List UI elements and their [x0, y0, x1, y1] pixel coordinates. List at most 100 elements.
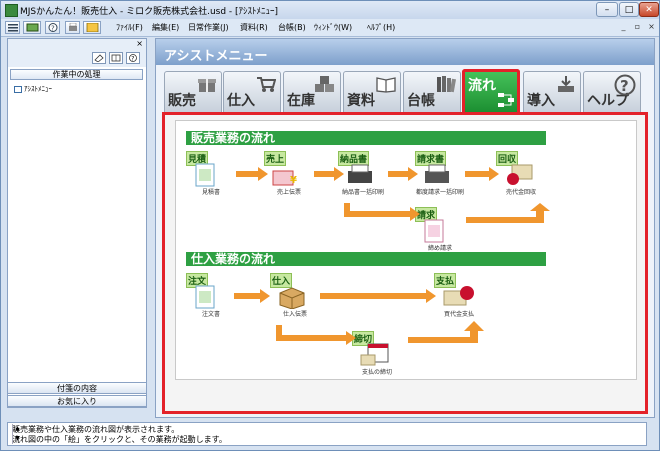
money-icon [443, 286, 474, 306]
menu-ledger[interactable]: 台帳(B) [278, 22, 306, 33]
tab-sales[interactable]: 販売 [164, 71, 222, 112]
tab-label: 導入 [527, 93, 555, 109]
menu-file[interactable]: ﾌｧｲﾙ(F) [116, 22, 143, 33]
node-caption: 納品書一括印刷 [341, 189, 384, 196]
flow-diagram: 販売業務の流れ 見積 見積書 売上 ¥ 売上伝票 納品書 納品書一括印刷 請求書… [175, 120, 637, 380]
bookmark-button[interactable] [109, 52, 123, 64]
toolbar-print-button[interactable] [65, 21, 80, 34]
tab-ledger[interactable]: 台帳 [403, 71, 461, 112]
menu-help[interactable]: ﾍﾙﾌﾟ(H) [367, 22, 395, 33]
calendar-icon [360, 343, 389, 366]
menu-daily-work[interactable]: 日常作業(J) [188, 22, 229, 33]
sales-flow-title: 販売業務の流れ [186, 131, 546, 145]
document-icon [195, 285, 215, 309]
sales-slip-icon: ¥ [272, 170, 297, 186]
mdi-restore-button[interactable]: ▫ [632, 22, 643, 32]
node-caption: 買代金支払 [443, 311, 474, 318]
pane-help-button[interactable]: ? [126, 52, 140, 64]
help-icon: ? [614, 74, 636, 96]
left-pane: × ? 作業中の処理 ｱｼｽﾄﾒﾆｭｰ [7, 38, 147, 408]
sticky-note-contents-button[interactable]: 付箋の内容 [7, 382, 147, 394]
mdi-close-button[interactable]: × [646, 22, 657, 32]
description-scrollbar[interactable]: ▲ ▼ [12, 424, 22, 444]
tab-label: 流れ [468, 78, 496, 94]
assist-menu-title: アシストメニュー [164, 49, 268, 64]
question-icon: ? [48, 23, 58, 32]
menu-materials[interactable]: 資料(R) [240, 22, 268, 33]
node-caption: 見積書 [201, 189, 220, 196]
ledger-books-icon [437, 76, 456, 93]
install-icon [558, 76, 574, 92]
tab-label: 台帳 [407, 93, 435, 109]
document-icon [195, 163, 215, 187]
boxes-icon [315, 76, 334, 92]
money-icon [507, 164, 533, 185]
left-pane-toolbar: × ? [8, 39, 146, 67]
toolbar-calc-button[interactable] [83, 21, 101, 34]
svg-text:?: ? [620, 77, 629, 95]
svg-text:?: ? [51, 25, 55, 33]
node-caption: 都度請求一括印刷 [415, 189, 464, 196]
home-icon [26, 23, 39, 32]
svg-text:¥: ¥ [290, 175, 297, 186]
tab-label: 販売 [168, 93, 196, 109]
calculator-icon [86, 23, 99, 32]
tab-inventory[interactable]: 在庫 [283, 71, 341, 112]
tab-flow[interactable]: 流れ [462, 69, 520, 112]
window-icon [14, 85, 22, 93]
mdi-minimize-button[interactable]: _ [618, 22, 629, 32]
in-progress-item-label: ｱｼｽﾄﾒﾆｭｰ [24, 85, 52, 93]
title-bar: MJSかんたん！販売仕入 - ミロク販売株式会社.usd - [ｱｼｽﾄﾒﾆｭｰ… [1, 1, 659, 20]
gift-icon [198, 79, 216, 92]
toolbar-home-button[interactable] [23, 21, 41, 34]
flow-arrow [234, 289, 270, 303]
in-progress-header: 作業中の処理 [10, 69, 143, 80]
flow-icon [498, 93, 514, 107]
left-pane-close-icon[interactable]: × [136, 39, 143, 48]
flow-arrow [320, 289, 436, 303]
flow-content-frame: 販売業務の流れ 見積 見積書 売上 ¥ 売上伝票 納品書 納品書一括印刷 請求書… [162, 112, 648, 414]
flow-arrow [466, 203, 550, 223]
toolbar-help-button[interactable]: ? [45, 21, 60, 34]
assist-menu-panel: アシストメニュー 販売 仕入 在庫 資料 台帳 流れ 導入 ヘルプ ? 販売業務… [155, 38, 655, 418]
flow-arrow [388, 167, 418, 181]
sticky-note-button[interactable] [92, 52, 106, 64]
cart-icon [257, 77, 276, 92]
purchase-flow-title: 仕入業務の流れ [186, 252, 546, 266]
list-icon [8, 24, 18, 32]
maximize-button[interactable]: □ [619, 2, 639, 17]
menu-window[interactable]: ｳｨﾝﾄﾞｳ(W) [314, 22, 352, 33]
tab-setup[interactable]: 導入 [523, 71, 581, 112]
close-button[interactable]: ✕ [639, 2, 659, 17]
in-progress-item-assist-menu[interactable]: ｱｼｽﾄﾒﾆｭｰ [14, 84, 52, 94]
description-bar: 販売業務や仕入業務の流れ図が表示されます。 流れ図の中の「絵」をクリックと、その… [7, 422, 647, 446]
tab-label: 仕入 [227, 93, 255, 109]
printer-icon [425, 164, 449, 183]
tab-materials[interactable]: 資料 [343, 71, 401, 112]
tab-label: 在庫 [287, 93, 315, 109]
node-caption: 売代金回収 [505, 189, 536, 196]
menu-edit[interactable]: 編集(E) [152, 22, 179, 33]
node-caption: 仕入伝票 [282, 311, 307, 318]
node-caption: 締め請求 [427, 245, 452, 252]
printer-icon [348, 164, 372, 183]
favorites-button[interactable]: お気に入り [7, 395, 147, 407]
toolbar-list-button[interactable] [5, 21, 20, 34]
flow-arrow [236, 167, 268, 181]
flow-arrow [344, 203, 420, 221]
flow-arrow [465, 167, 499, 181]
flow-arrow [276, 325, 356, 345]
book-icon [376, 77, 396, 93]
document-icon [424, 219, 444, 243]
assist-menu-header: アシストメニュー [156, 39, 654, 65]
node-caption: 支払の締切 [361, 369, 392, 376]
tab-label: 資料 [347, 93, 375, 109]
minimize-button[interactable]: – [596, 2, 618, 17]
app-icon [5, 4, 18, 17]
tab-help[interactable]: ヘルプ ? [583, 71, 641, 112]
description-line-2: 流れ図の中の「絵」をクリックと、その業務が起動します。 [12, 435, 227, 444]
svg-text:?: ? [131, 56, 134, 63]
tab-purchase[interactable]: 仕入 [223, 71, 281, 112]
eraser-icon [94, 54, 104, 62]
box-icon [279, 287, 305, 309]
